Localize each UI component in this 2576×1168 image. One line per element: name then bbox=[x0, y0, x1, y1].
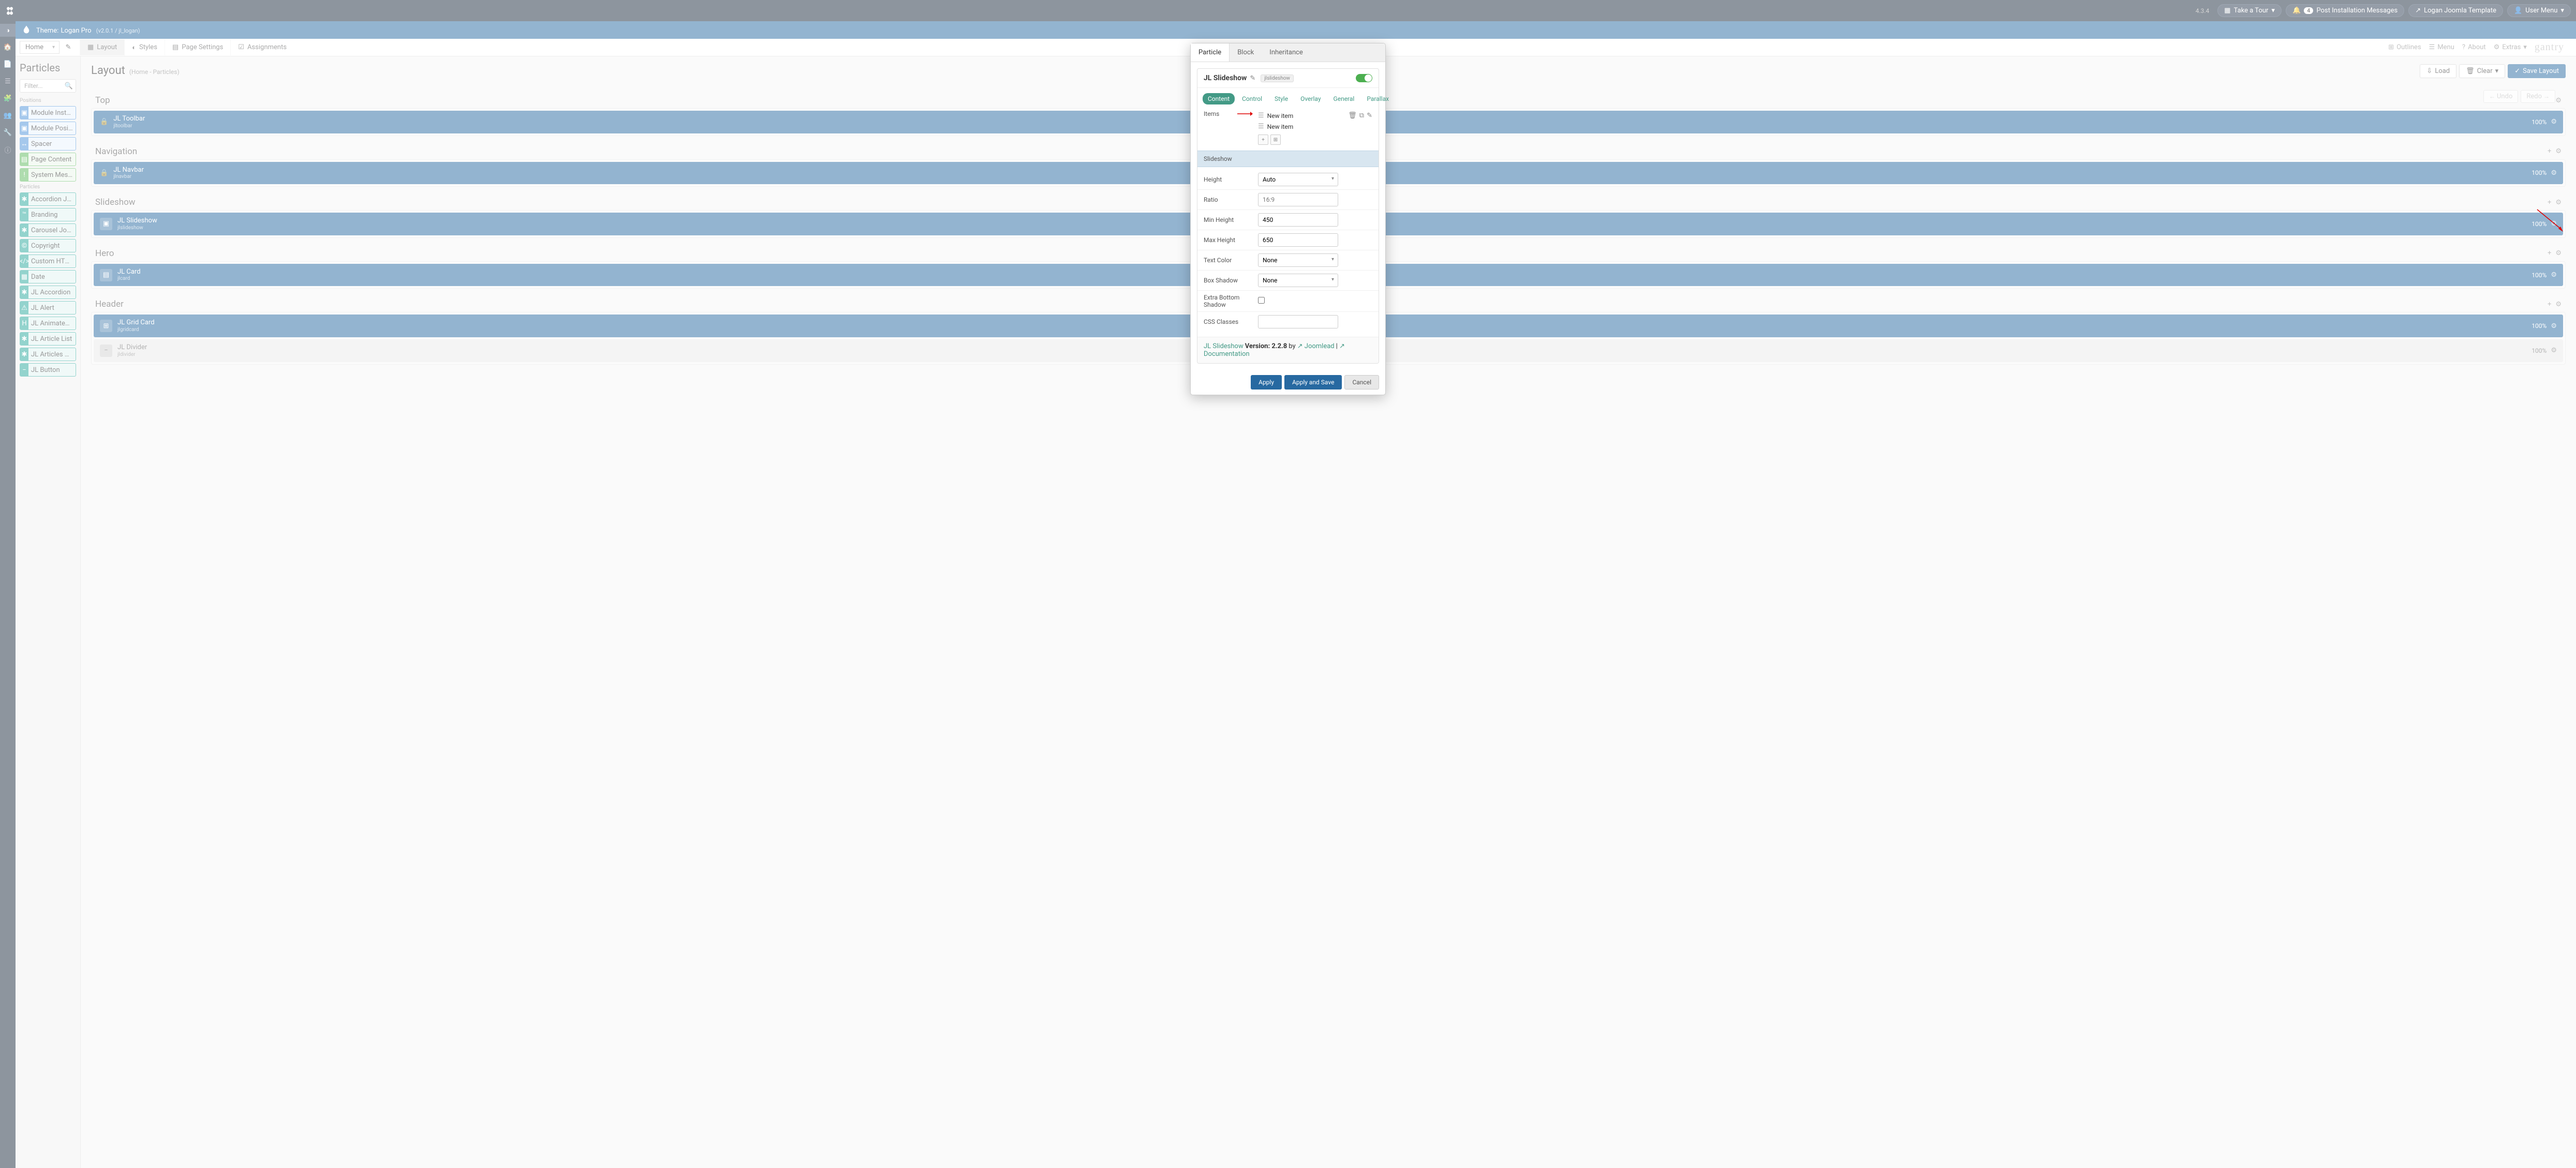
particle-footer-info: JL Slideshow Version: 2.2.8 by ↗ Joomlea… bbox=[1197, 337, 1379, 363]
delete-icon[interactable]: 🗑 bbox=[1348, 112, 1357, 119]
subtab-style[interactable]: Style bbox=[1269, 93, 1293, 104]
particle-badge: jlslideshow bbox=[1261, 74, 1294, 82]
height-label: Height bbox=[1204, 176, 1258, 183]
min-height-input[interactable] bbox=[1258, 213, 1338, 227]
add-item-button[interactable]: + bbox=[1258, 134, 1268, 145]
subtab-control[interactable]: Control bbox=[1237, 93, 1267, 104]
subtab-content[interactable]: Content bbox=[1203, 93, 1235, 104]
extra-shadow-checkbox[interactable] bbox=[1258, 297, 1265, 304]
text-color-label: Text Color bbox=[1204, 257, 1258, 264]
particle-enabled-toggle[interactable] bbox=[1356, 74, 1372, 82]
item-name: New item bbox=[1267, 123, 1372, 130]
text-color-select[interactable]: None bbox=[1258, 253, 1338, 267]
item-row-1[interactable]: ☰ New item 🗑⧉✎ bbox=[1258, 110, 1372, 121]
min-height-label: Min Height bbox=[1204, 216, 1258, 223]
box-shadow-label: Box Shadow bbox=[1204, 277, 1258, 284]
footer-by: by bbox=[1289, 342, 1295, 350]
grid-items-button[interactable]: ⊞ bbox=[1270, 134, 1281, 145]
css-classes-label: CSS Classes bbox=[1204, 318, 1258, 325]
joomlead-label: Joomlead bbox=[1305, 342, 1335, 350]
footer-version: Version: 2.2.8 bbox=[1245, 342, 1287, 350]
external-link-icon: ↗ bbox=[1339, 342, 1345, 350]
item-name: New item bbox=[1267, 112, 1345, 119]
footer-name: JL Slideshow bbox=[1204, 342, 1243, 350]
apply-button[interactable]: Apply bbox=[1251, 375, 1282, 390]
edit-icon[interactable]: ✎ bbox=[1367, 112, 1372, 119]
items-label: Items bbox=[1204, 110, 1258, 117]
modal-tab-inheritance[interactable]: Inheritance bbox=[1262, 43, 1311, 62]
drag-handle-icon[interactable]: ☰ bbox=[1258, 123, 1264, 130]
subtab-overlay[interactable]: Overlay bbox=[1295, 93, 1326, 104]
slideshow-section-divider: Slideshow bbox=[1197, 151, 1379, 167]
copy-icon[interactable]: ⧉ bbox=[1359, 112, 1364, 119]
external-link-icon: ↗ bbox=[1297, 342, 1303, 350]
box-shadow-select[interactable]: None bbox=[1258, 274, 1338, 287]
subtab-general[interactable]: General bbox=[1328, 93, 1360, 104]
particle-settings-modal: Particle Block Inheritance JL Slideshow … bbox=[1190, 43, 1386, 395]
css-classes-input[interactable] bbox=[1258, 315, 1338, 328]
subtab-parallax[interactable]: Parallax bbox=[1361, 93, 1394, 104]
ratio-input[interactable] bbox=[1258, 193, 1338, 206]
apply-save-button[interactable]: Apply and Save bbox=[1284, 375, 1342, 390]
edit-title-icon[interactable]: ✎ bbox=[1250, 74, 1255, 82]
ratio-label: Ratio bbox=[1204, 196, 1258, 203]
max-height-input[interactable] bbox=[1258, 233, 1338, 247]
extra-shadow-label: Extra Bottom Shadow bbox=[1204, 294, 1258, 308]
drag-handle-icon[interactable]: ☰ bbox=[1258, 112, 1264, 119]
item-row-2[interactable]: ☰ New item bbox=[1258, 121, 1372, 132]
joomlead-link[interactable]: ↗ Joomlead bbox=[1297, 342, 1335, 350]
cancel-button[interactable]: Cancel bbox=[1344, 375, 1379, 390]
max-height-label: Max Height bbox=[1204, 236, 1258, 244]
height-select[interactable]: Auto bbox=[1258, 173, 1338, 186]
modal-tab-particle[interactable]: Particle bbox=[1191, 43, 1230, 62]
particle-title: JL Slideshow bbox=[1204, 74, 1247, 82]
modal-tab-block[interactable]: Block bbox=[1230, 43, 1262, 62]
documentation-label: Documentation bbox=[1204, 350, 1250, 358]
